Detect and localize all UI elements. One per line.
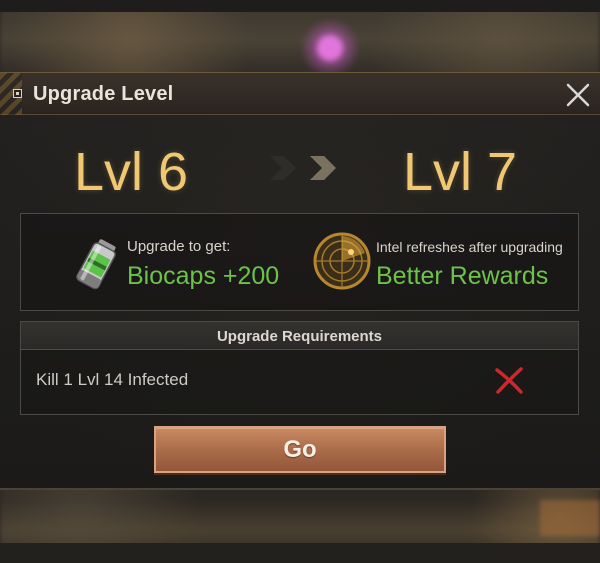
better-rewards-value: Better Rewards [376, 262, 549, 290]
close-icon [566, 83, 590, 107]
next-level: Lvl 7 [403, 142, 518, 202]
go-button-label: Go [283, 436, 317, 463]
radar-icon [313, 232, 371, 290]
background-top-bar [0, 0, 600, 12]
intel-caption: Intel refreshes after upgrading [376, 239, 563, 255]
background-tile [540, 500, 600, 536]
biocaps-battery-icon [76, 239, 116, 290]
current-level: Lvl 6 [74, 142, 189, 202]
reward-panel: Upgrade to get: Biocaps +200 Intel refre… [20, 213, 579, 311]
title-bullet-icon [13, 89, 22, 98]
background-bottom-bar [0, 543, 600, 563]
requirements-title: Upgrade Requirements [216, 328, 383, 345]
dialog-title: Upgrade Level [33, 83, 174, 105]
biocaps-reward-value: Biocaps +200 [127, 262, 280, 290]
reward-caption: Upgrade to get: [127, 238, 231, 255]
go-button[interactable]: Go [154, 426, 446, 473]
dialog-header: Upgrade Level [0, 73, 600, 115]
requirements-header: Upgrade Requirements [21, 322, 578, 350]
red-x-icon [495, 367, 523, 394]
upgrade-level-dialog: Upgrade Level Lvl 6 Lvl 7 Upgrade to get… [0, 72, 600, 490]
double-chevron-right-icon [270, 156, 336, 180]
close-button[interactable] [560, 77, 596, 113]
requirement-text: Kill 1 Lvl 14 Infected [36, 370, 189, 389]
requirements-panel: Upgrade Requirements Kill 1 Lvl 14 Infec… [20, 321, 579, 415]
